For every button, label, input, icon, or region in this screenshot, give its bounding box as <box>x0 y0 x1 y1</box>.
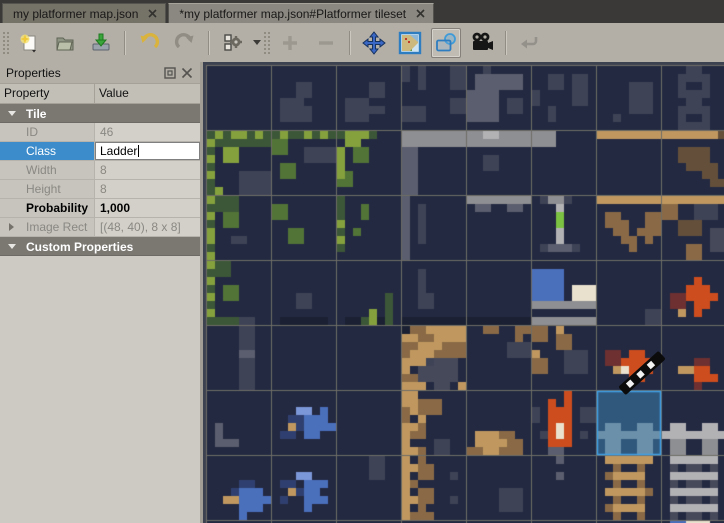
shapes-tool-button[interactable] <box>431 28 461 58</box>
collapse-triangle-icon[interactable] <box>8 244 16 249</box>
property-row-class[interactable]: Class Ladder <box>0 142 200 161</box>
toolbar-separator <box>505 31 507 55</box>
main-toolbar <box>0 23 724 63</box>
column-header-property[interactable]: Property <box>0 84 95 103</box>
tab-tileset[interactable]: *my platformer map.json#Platformer tiles… <box>168 3 434 23</box>
open-file-icon <box>54 32 76 54</box>
toolbar-drag-handle[interactable] <box>263 31 270 55</box>
close-icon[interactable] <box>148 9 157 18</box>
shapes-tool-icon <box>434 31 458 55</box>
toolbar-separator <box>349 31 351 55</box>
animation-camera-button[interactable] <box>467 28 497 58</box>
properties-header-row: Property Value <box>0 83 200 104</box>
redo-icon <box>174 32 196 54</box>
automap-button[interactable] <box>218 28 248 58</box>
animation-camera-icon <box>469 31 495 55</box>
add-icon <box>280 33 300 53</box>
properties-title: Properties <box>6 66 160 80</box>
move-tool-button[interactable] <box>359 28 389 58</box>
undo-icon <box>138 32 160 54</box>
collapse-triangle-icon[interactable] <box>8 111 16 116</box>
property-row-width[interactable]: Width 8 <box>0 161 200 180</box>
property-row-id[interactable]: ID 46 <box>0 123 200 142</box>
tileset-view[interactable] <box>203 62 724 523</box>
tileset-image-icon <box>398 31 422 55</box>
property-row-probability[interactable]: Probability 1,000 <box>0 199 200 218</box>
property-row-height[interactable]: Height 8 <box>0 180 200 199</box>
remove-button[interactable] <box>311 28 341 58</box>
toolbar-separator <box>124 31 126 55</box>
float-panel-icon[interactable] <box>163 66 177 80</box>
tab-map-file[interactable]: my platformer map.json <box>2 3 166 23</box>
new-file-icon <box>18 32 40 54</box>
automap-gears-icon <box>222 32 244 54</box>
save-file-button[interactable] <box>86 28 116 58</box>
add-button[interactable] <box>275 28 305 58</box>
remove-icon <box>316 33 336 53</box>
group-row-custom-properties[interactable]: Custom Properties <box>0 237 200 256</box>
automap-dropdown-icon[interactable] <box>253 40 261 45</box>
return-button[interactable] <box>515 28 545 58</box>
new-file-button[interactable] <box>14 28 44 58</box>
properties-title-bar: Properties <box>0 62 200 83</box>
toolbar-drag-handle[interactable] <box>2 31 9 55</box>
expand-triangle-icon[interactable] <box>9 223 14 231</box>
tab-bar: my platformer map.json *my platformer ma… <box>0 0 724 23</box>
close-panel-icon[interactable] <box>180 66 194 80</box>
column-header-value[interactable]: Value <box>95 84 200 103</box>
tileset-image-button[interactable] <box>395 28 425 58</box>
toolbar-separator <box>208 31 210 55</box>
properties-panel: Properties Property Value Tile ID 46 Cla… <box>0 62 200 523</box>
property-row-image-rect[interactable]: Image Rect [(48, 40), 8 x 8] <box>0 218 200 237</box>
class-edit-input[interactable]: Ladder <box>95 142 200 160</box>
tab-label: *my platformer map.json#Platformer tiles… <box>179 7 406 21</box>
tab-label: my platformer map.json <box>13 7 138 21</box>
redo-button[interactable] <box>170 28 200 58</box>
group-row-tile[interactable]: Tile <box>0 104 200 123</box>
move-arrows-icon <box>362 31 386 55</box>
text-caret <box>138 145 139 157</box>
open-file-button[interactable] <box>50 28 80 58</box>
return-arrow-icon <box>518 31 542 55</box>
undo-button[interactable] <box>134 28 164 58</box>
save-file-icon <box>90 32 112 54</box>
close-icon[interactable] <box>416 9 425 18</box>
